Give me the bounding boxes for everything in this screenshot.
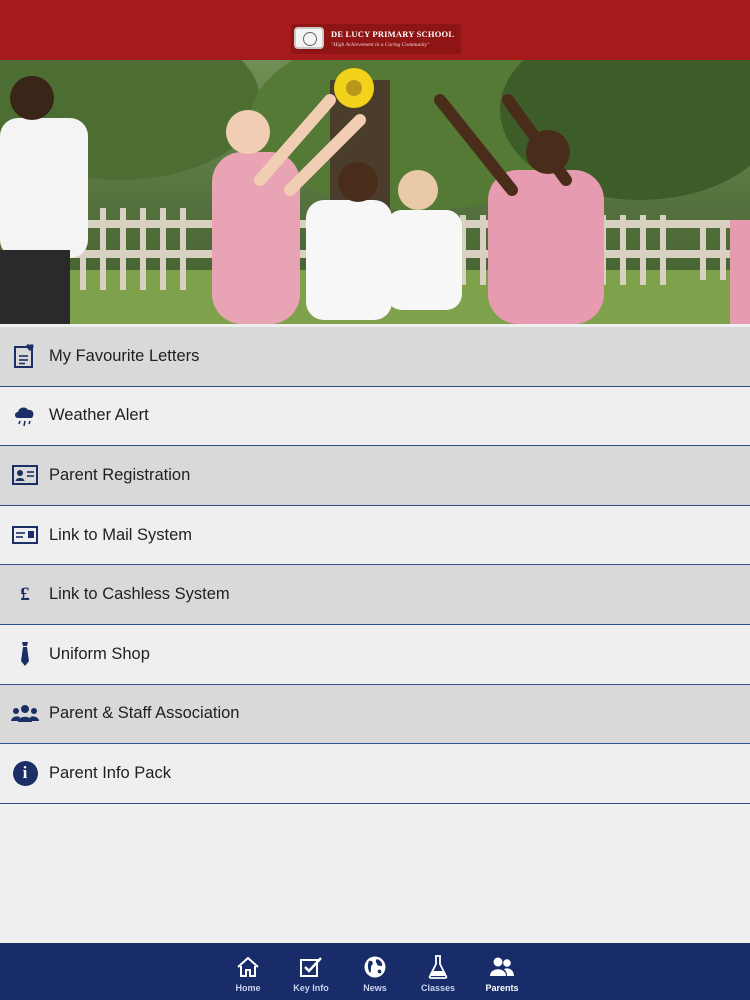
tab-parents[interactable]: Parents (472, 943, 532, 1000)
parents-menu: My Favourite Letters Weather Alert Paren… (0, 327, 750, 804)
pound-icon: £ (20, 583, 30, 605)
hero-photo (0, 60, 750, 324)
school-logo[interactable]: DE LUCY PRIMARY SCHOOL "High Achievement… (291, 24, 461, 54)
tab-classes[interactable]: Classes (408, 943, 468, 1000)
menu-item-label: My Favourite Letters (49, 346, 200, 365)
menu-item-uniform-shop[interactable]: Uniform Shop (0, 624, 750, 685)
menu-item-parent-registration[interactable]: Parent Registration (0, 446, 750, 506)
menu-item-label: Parent Info Pack (49, 763, 171, 782)
parents-icon (489, 955, 515, 979)
menu-item-label: Parent & Staff Association (49, 704, 240, 723)
info-glyph: i (12, 760, 38, 786)
menu-item-label: Parent Registration (49, 465, 191, 484)
school-crest-icon (294, 27, 324, 49)
info-icon: i (11, 759, 39, 787)
menu-item-label: Link to Mail System (49, 525, 193, 544)
tab-key-info[interactable]: Key Info (281, 943, 341, 1000)
home-icon (235, 955, 261, 979)
letter-heart-icon (11, 342, 39, 370)
tab-label: Parents (485, 983, 519, 993)
menu-item-link-to-cashless-system[interactable]: £ Link to Cashless System (0, 565, 750, 625)
menu-item-weather-alert[interactable]: Weather Alert (0, 386, 750, 447)
menu-item-link-to-mail-system[interactable]: Link to Mail System (0, 505, 750, 566)
tab-label: Classes (420, 983, 456, 993)
school-name: DE LUCY PRIMARY SCHOOL (331, 29, 455, 39)
globe-icon (362, 955, 388, 979)
mail-card-icon (11, 521, 39, 549)
school-tagline: "High Achievement in a Caring Community" (331, 42, 430, 48)
rain-cloud-icon (11, 402, 39, 430)
tie-icon (11, 640, 39, 668)
tab-home[interactable]: Home (218, 943, 278, 1000)
tab-news[interactable]: News (345, 943, 405, 1000)
menu-item-parent-staff-association[interactable]: Parent & Staff Association (0, 684, 750, 745)
checkbox-icon (298, 955, 324, 979)
bottom-tab-bar: Home Key Info News Classes Parents (0, 943, 750, 1000)
app-header: DE LUCY PRIMARY SCHOOL "High Achievement… (0, 0, 750, 60)
menu-item-parent-info-pack[interactable]: i Parent Info Pack (0, 744, 750, 804)
menu-item-label: Weather Alert (49, 406, 149, 425)
menu-item-label: Uniform Shop (49, 644, 150, 663)
menu-item-label: Link to Cashless System (49, 585, 230, 604)
id-card-icon (11, 461, 39, 489)
flask-icon (425, 955, 451, 979)
tab-label: Key Info (293, 983, 329, 993)
tab-label: News (363, 983, 387, 993)
group-icon (11, 700, 39, 728)
tab-label: Home (235, 983, 261, 993)
menu-item-my-favourite-letters[interactable]: My Favourite Letters (0, 327, 750, 387)
